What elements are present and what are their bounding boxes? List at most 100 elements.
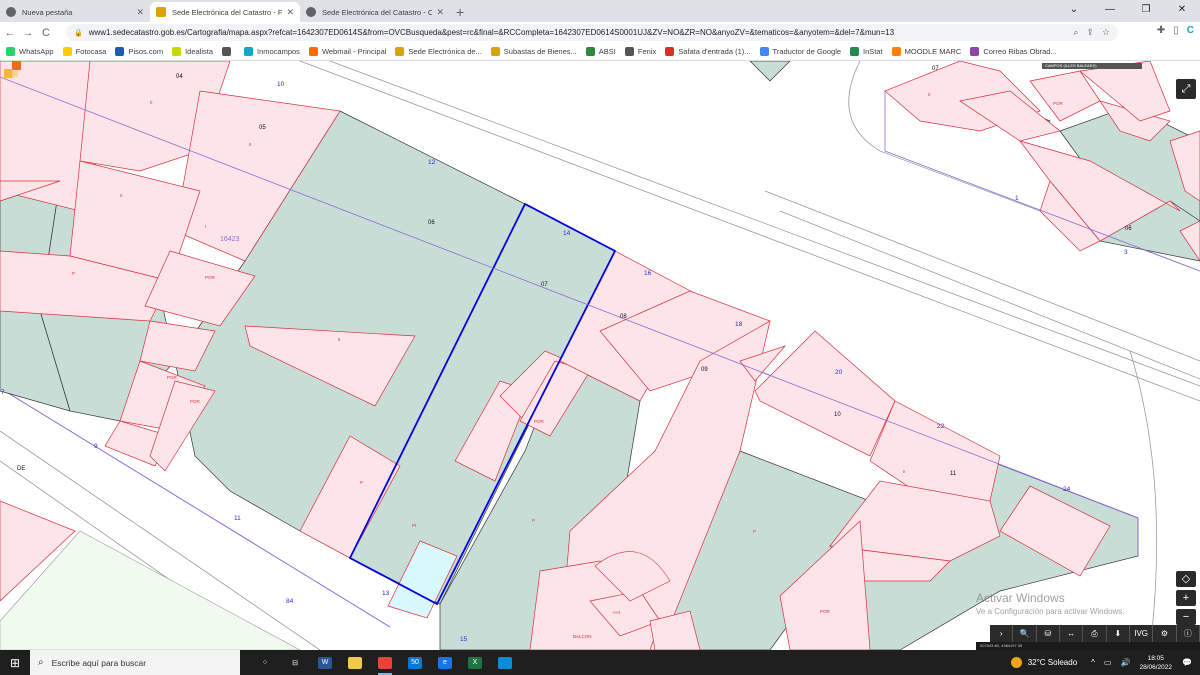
street-number: 84 [286,598,294,605]
share-icon[interactable]: ⇪ [1086,27,1094,38]
bookmark-item[interactable]: Safata d'entrada (1)... [665,47,751,56]
bookmark-label: Subastas de Bienes... [503,47,577,56]
bookmark-item[interactable]: Fotocasa [62,47,107,56]
edge-legacy-icon[interactable]: e [430,650,460,675]
system-tray: 32°C Soleado ^ ▭ 🔊 18:05 28/06/2022 💬 [1010,650,1200,675]
bookmark-label: InStat [863,47,883,56]
building-tag: PI [412,523,416,528]
toolbar-print-button[interactable]: ⎙ [1083,625,1107,642]
close-icon[interactable]: ✕ [286,7,294,18]
volume-icon[interactable]: 🔊 [1120,658,1130,667]
sidebar-icon[interactable]: ▯ [1173,25,1179,36]
widgets-icon[interactable]: ⊟ [280,650,310,675]
bookmark-favicon-icon [308,47,318,56]
app-glyph [378,656,392,669]
maximize-button[interactable]: ❐ [1128,0,1164,22]
bookmark-item[interactable]: InStat [850,47,883,56]
parcel-number: 04 [176,74,183,80]
back-button[interactable]: ← [2,27,18,39]
globe-favicon-icon [306,7,316,17]
bookmark-item[interactable]: ABSI [585,47,616,56]
close-icon[interactable]: ✕ [136,7,144,18]
url-input[interactable]: 🔒 www1.sedecatastro.gob.es/Cartografia/m… [66,24,1118,41]
close-icon[interactable]: ✕ [436,7,444,18]
toolbar-tools-button[interactable]: ⚙ [1153,625,1177,642]
close-window-button[interactable]: ✕ [1164,0,1200,22]
street-number: 9 [94,443,98,450]
taskbar-search-input[interactable]: ⌕ Escribe aquí para buscar [30,650,240,675]
bookmark-item[interactable]: Pisos.com [115,47,163,56]
tab-title: Sede Electrónica del Catastro - C [322,7,433,17]
street-number: 13 [382,590,390,597]
locate-button[interactable]: ◇ [1176,571,1196,587]
tab-nueva-pestana[interactable]: Nueva pestaña ✕ [0,2,150,22]
tray-overflow-icon[interactable]: ^ [1091,658,1095,667]
toolbar-search-button[interactable]: 🔍 [1013,625,1037,642]
bookmark-item[interactable]: Webmail - Principal [308,47,386,56]
building-tag: BALCON [573,634,592,639]
street-number: 16 [644,270,652,277]
notifications-icon[interactable]: 💬 [1182,658,1200,667]
zoom-in-button[interactable]: + [1176,590,1196,606]
cadastral-map[interactable]: 04 05 06 07 08 09 10 11 07 06 16423 10 1… [0,61,1200,650]
building-tag: II [120,193,123,198]
building-tag: POR [205,275,216,280]
bookmark-item[interactable]: WhatsApp [6,47,54,56]
collapse-icon[interactable]: ⌄ [1056,0,1092,22]
bookmark-item[interactable] [222,47,235,56]
bookmark-item[interactable]: Correo Ribas Obrad... [970,47,1057,56]
weather-text[interactable]: 32°C Soleado [1028,658,1077,667]
toolbar-next-button[interactable]: › [990,625,1014,642]
edge-icon[interactable] [490,650,520,675]
bookmark-item[interactable]: Fenix [624,47,656,56]
mail-icon[interactable]: 50 [400,650,430,675]
reload-button[interactable]: C [38,27,54,39]
forward-button[interactable]: → [20,27,36,39]
puzzle-icon[interactable]: ✚ [1157,25,1165,36]
bookmarks-bar: WhatsApp Fotocasa Pisos.com Idealista Inmoca… [0,43,1200,61]
building-tag: P [532,518,535,523]
map-canvas[interactable]: 04 05 06 07 08 09 10 11 07 06 16423 10 1… [0,61,1200,650]
bookmark-label: WhatsApp [19,47,54,56]
window-controls: ⌄ — ❐ ✕ [1056,0,1200,22]
c-extension-icon[interactable]: C [1187,25,1194,36]
minimize-button[interactable]: — [1092,0,1128,22]
app-glyph: X [468,656,482,669]
network-icon[interactable]: ▭ [1104,658,1112,667]
chrome-icon[interactable] [370,650,400,675]
toolbar-info-button[interactable]: ⓘ [1177,625,1200,642]
toolbar-ivg-button[interactable]: IVG [1130,625,1154,642]
explorer-icon[interactable] [340,650,370,675]
bookmark-label: Fotocasa [75,47,107,56]
excel-icon[interactable]: X [460,650,490,675]
bookmark-item[interactable]: Sede Electrónica de... [395,47,482,56]
sun-weather-icon[interactable] [1010,657,1022,668]
fullscreen-button[interactable]: ⤢ [1176,79,1196,99]
taskview-icon[interactable]: ○ [250,650,280,675]
bookmark-item[interactable]: Inmocampos [244,47,300,56]
bookmark-item[interactable]: MOODLE MARC [891,47,961,56]
bookmark-item[interactable]: Subastas de Bienes... [490,47,577,56]
zoom-icon[interactable]: ⌕ [1073,27,1078,38]
lock-icon[interactable]: 🔒 [74,29,83,37]
star-icon[interactable]: ☆ [1102,27,1110,38]
municipality-strip: CAMPOS (ILLES BALEARS) [1042,63,1142,69]
tab-sede-catastro[interactable]: Sede Electrónica del Catastro - C ✕ [300,2,450,22]
new-tab-button[interactable]: + [456,4,464,20]
parcel-number: 10 [834,412,841,418]
tab-sede-catastro-active[interactable]: Sede Electrónica del Catastro - F ✕ [150,2,300,22]
start-button[interactable]: ⊞ [0,656,30,670]
parcel-number: 09 [701,367,708,373]
toolbar-layers-button[interactable]: ⛁ [1037,625,1060,642]
catastro-favicon-icon [156,7,166,17]
zoom-controls: ◇ + − [1176,571,1196,625]
street-number: 24 [1063,486,1071,493]
toolbar-download-button[interactable]: ⬇ [1107,625,1130,642]
zoom-out-button[interactable]: − [1176,609,1196,625]
bookmark-item[interactable]: Traductor de Google [759,47,841,56]
word-icon[interactable]: W [310,650,340,675]
building-tag: II [249,142,252,147]
bookmark-item[interactable]: Idealista [172,47,213,56]
clock[interactable]: 18:05 28/06/2022 [1139,654,1172,672]
toolbar-measure-button[interactable]: ↔ [1060,625,1084,642]
